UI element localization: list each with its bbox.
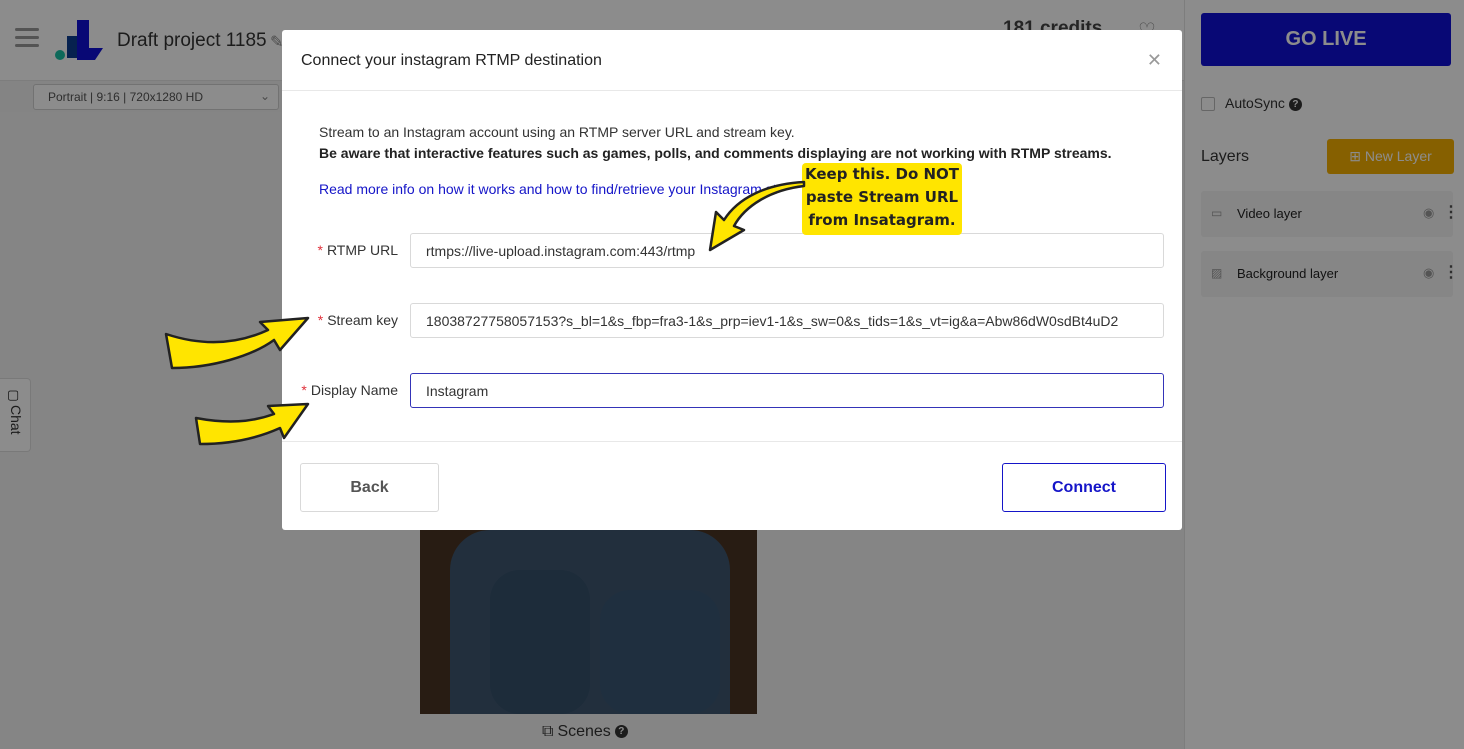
close-icon[interactable]: ✕: [1147, 50, 1162, 71]
required-marker: *: [317, 242, 323, 258]
dialog-title: Connect your instagram RTMP destination: [301, 52, 602, 69]
dialog-footer: Back Connect: [282, 441, 1182, 531]
dialog-warning: Be aware that interactive features such …: [319, 145, 1112, 161]
rtmp-url-label: * RTMP URL: [317, 242, 398, 258]
callout-line: paste Stream URL: [805, 188, 959, 206]
callout-line: Keep this. Do NOT: [804, 165, 960, 183]
required-marker: *: [301, 382, 307, 398]
callout-line: from Insatagram.: [808, 211, 956, 229]
required-marker: *: [317, 312, 324, 328]
rtmp-dialog: Connect your instagram RTMP destination …: [282, 30, 1182, 530]
dialog-description: Stream to an Instagram account using an …: [319, 124, 795, 140]
stream-key-input[interactable]: [410, 303, 1164, 338]
annotation-arrow-icon: [194, 402, 310, 446]
annotation-callout: Keep this. Do NOT paste Stream URL from …: [802, 163, 962, 235]
dialog-header: Connect your instagram RTMP destination …: [282, 30, 1182, 91]
stream-key-label-text: Stream key: [327, 312, 398, 328]
annotation-arrow-icon: [164, 316, 310, 370]
annotation-arrow-icon: [708, 180, 806, 252]
display-name-label-text: Display Name: [310, 382, 398, 398]
rtmp-url-label-text: RTMP URL: [326, 242, 398, 258]
connect-button[interactable]: Connect: [1002, 463, 1166, 512]
display-name-label: * Display Name: [301, 382, 398, 398]
display-name-input[interactable]: [410, 373, 1164, 408]
back-button[interactable]: Back: [300, 463, 439, 512]
stream-key-label: * Stream key: [318, 312, 398, 328]
